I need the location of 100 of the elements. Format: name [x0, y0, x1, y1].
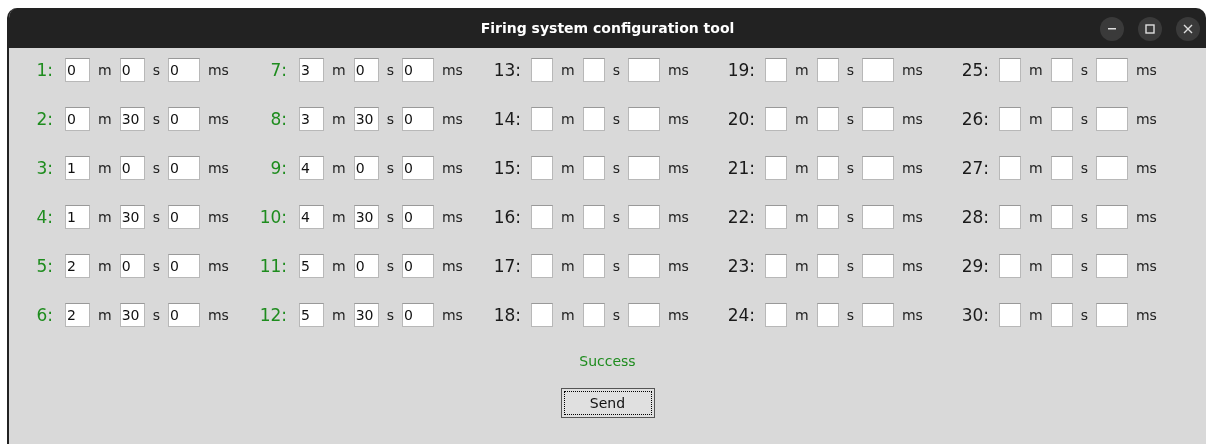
time-field[interactable]: [1095, 205, 1128, 229]
time-field[interactable]: 30: [119, 107, 145, 131]
time-field[interactable]: 0: [119, 254, 145, 278]
time-field[interactable]: [999, 303, 1021, 327]
time-field[interactable]: [627, 254, 660, 278]
time-field[interactable]: [1050, 303, 1073, 327]
time-field[interactable]: 0: [401, 58, 434, 82]
time-field[interactable]: 0: [167, 107, 200, 131]
time-field[interactable]: 0: [167, 254, 200, 278]
time-field[interactable]: 0: [401, 156, 434, 180]
time-field[interactable]: 0: [353, 254, 379, 278]
time-field[interactable]: [531, 254, 553, 278]
time-field[interactable]: [999, 254, 1021, 278]
time-field[interactable]: [1095, 303, 1128, 327]
time-field[interactable]: 1: [65, 156, 90, 180]
time-field[interactable]: [531, 303, 553, 327]
time-field[interactable]: [816, 254, 839, 278]
time-field[interactable]: [1050, 156, 1073, 180]
time-field[interactable]: 30: [353, 205, 379, 229]
time-field[interactable]: [999, 205, 1021, 229]
time-field[interactable]: [1095, 254, 1128, 278]
time-field[interactable]: 2: [65, 303, 90, 327]
time-field[interactable]: [861, 156, 894, 180]
time-field[interactable]: [582, 156, 605, 180]
time-field[interactable]: 0: [167, 156, 200, 180]
time-field[interactable]: [1050, 254, 1073, 278]
time-field[interactable]: 3: [299, 58, 324, 82]
time-field[interactable]: 2: [65, 254, 90, 278]
time-field[interactable]: [582, 303, 605, 327]
time-field[interactable]: [582, 107, 605, 131]
time-field[interactable]: 0: [167, 58, 200, 82]
time-field[interactable]: [1050, 58, 1073, 82]
time-field[interactable]: 4: [299, 205, 324, 229]
time-field[interactable]: [765, 205, 787, 229]
time-field[interactable]: [861, 303, 894, 327]
time-field[interactable]: 30: [119, 205, 145, 229]
time-field[interactable]: [999, 58, 1021, 82]
send-button[interactable]: Send: [560, 388, 655, 418]
time-field[interactable]: [861, 58, 894, 82]
time-field[interactable]: [531, 205, 553, 229]
unit-label: ms: [1135, 307, 1157, 323]
time-field[interactable]: [627, 156, 660, 180]
window-title: Firing system configuration tool: [480, 20, 735, 36]
time-field[interactable]: [765, 156, 787, 180]
time-field[interactable]: 30: [353, 107, 379, 131]
time-field[interactable]: [531, 58, 553, 82]
time-field[interactable]: [627, 58, 660, 82]
unit-label: m: [332, 307, 346, 323]
time-field[interactable]: [861, 205, 894, 229]
unit-label: m: [1029, 209, 1043, 225]
time-field[interactable]: [765, 58, 787, 82]
time-field[interactable]: 0: [65, 107, 90, 131]
time-field[interactable]: [765, 107, 787, 131]
time-field[interactable]: [627, 205, 660, 229]
time-field[interactable]: [1050, 107, 1073, 131]
time-field[interactable]: [582, 205, 605, 229]
time-field[interactable]: 0: [167, 303, 200, 327]
time-field[interactable]: [999, 107, 1021, 131]
close-button[interactable]: [1176, 17, 1200, 41]
time-field[interactable]: [627, 303, 660, 327]
time-field[interactable]: 0: [401, 205, 434, 229]
time-field[interactable]: 0: [401, 254, 434, 278]
time-field[interactable]: 0: [401, 107, 434, 131]
time-field[interactable]: [816, 58, 839, 82]
time-field[interactable]: 4: [299, 156, 324, 180]
time-field[interactable]: [999, 156, 1021, 180]
time-field[interactable]: [1050, 205, 1073, 229]
time-field[interactable]: [816, 107, 839, 131]
time-field[interactable]: 30: [353, 303, 379, 327]
time-field[interactable]: [582, 58, 605, 82]
time-field[interactable]: 0: [167, 205, 200, 229]
maximize-button[interactable]: [1138, 17, 1162, 41]
time-field[interactable]: 3: [299, 107, 324, 131]
channel-label: 26:: [960, 109, 989, 129]
time-field[interactable]: 0: [353, 156, 379, 180]
time-field[interactable]: [861, 107, 894, 131]
time-field[interactable]: 0: [353, 58, 379, 82]
time-field[interactable]: [1095, 58, 1128, 82]
time-field[interactable]: 5: [299, 303, 324, 327]
time-field[interactable]: 0: [119, 156, 145, 180]
time-field[interactable]: [1095, 107, 1128, 131]
time-field[interactable]: 0: [401, 303, 434, 327]
time-field[interactable]: [861, 254, 894, 278]
time-field[interactable]: [1095, 156, 1128, 180]
time-field[interactable]: 1: [65, 205, 90, 229]
time-field[interactable]: [816, 205, 839, 229]
time-field[interactable]: 30: [119, 303, 145, 327]
time-field[interactable]: [531, 107, 553, 131]
time-field[interactable]: 0: [119, 58, 145, 82]
minimize-button[interactable]: [1100, 17, 1124, 41]
time-field[interactable]: [765, 254, 787, 278]
time-field[interactable]: [816, 156, 839, 180]
time-field[interactable]: [816, 303, 839, 327]
time-field[interactable]: 0: [65, 58, 90, 82]
time-field[interactable]: [765, 303, 787, 327]
unit-label: ms: [207, 160, 229, 176]
time-field[interactable]: [627, 107, 660, 131]
time-field[interactable]: 5: [299, 254, 324, 278]
time-field[interactable]: [531, 156, 553, 180]
time-field[interactable]: [582, 254, 605, 278]
